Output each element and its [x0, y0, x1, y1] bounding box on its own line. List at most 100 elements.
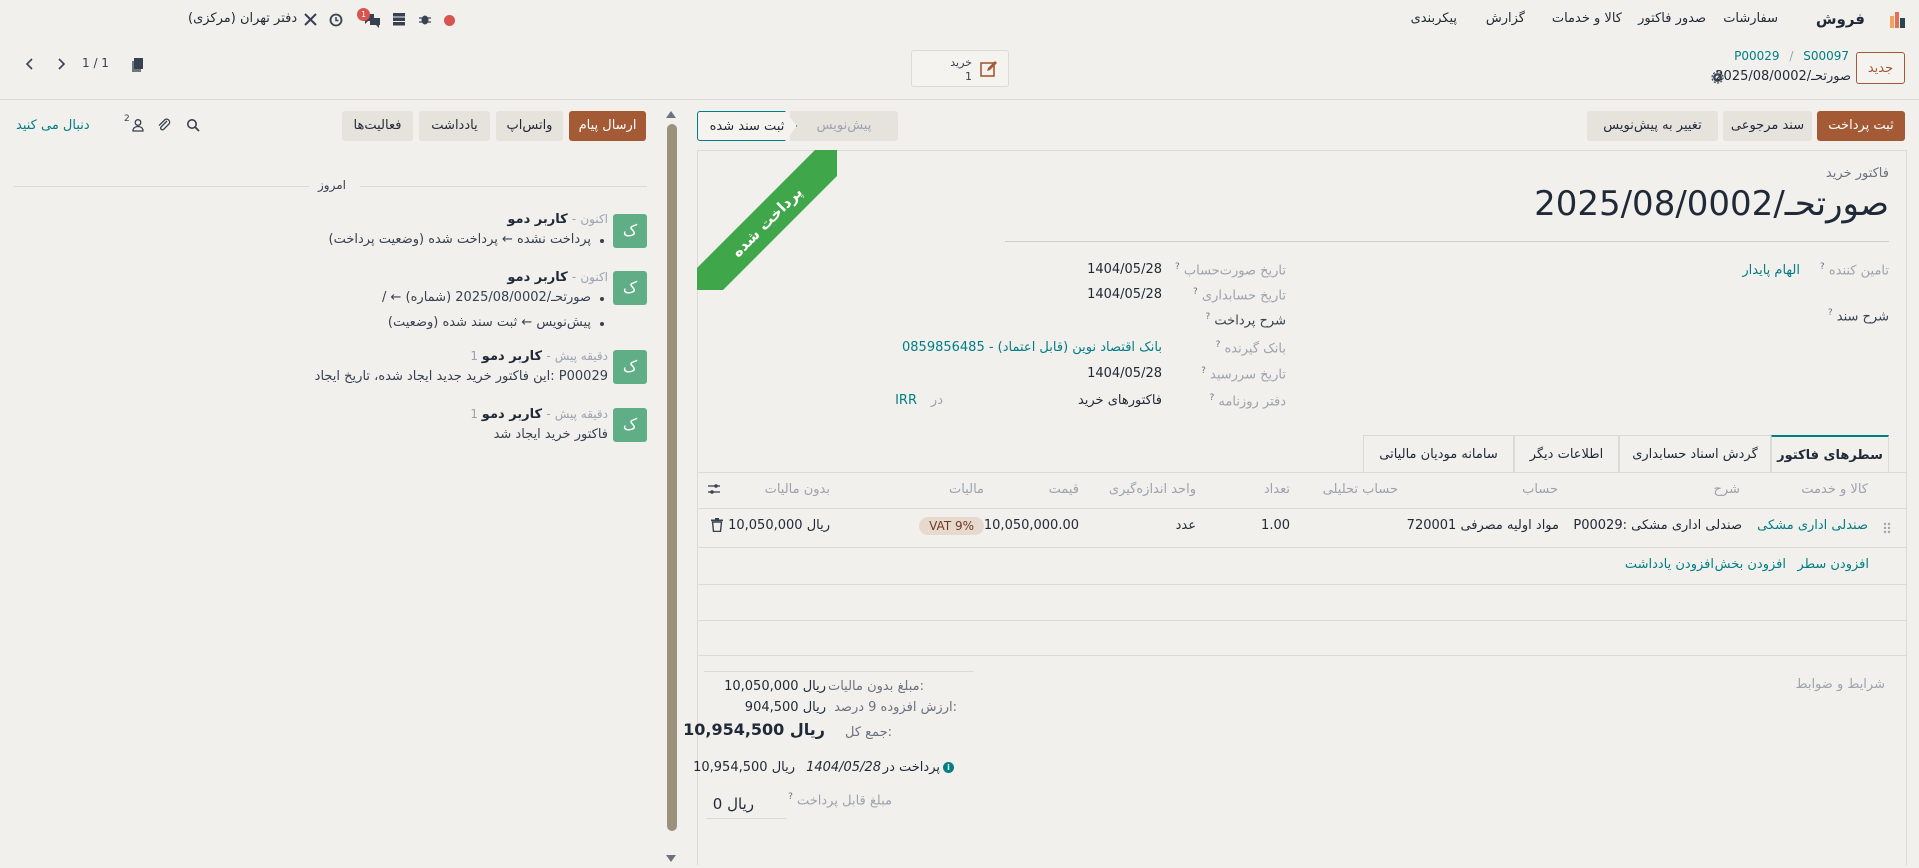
- currency-field[interactable]: IRR: [895, 393, 917, 408]
- amount-due-underline: [706, 818, 786, 819]
- tools-icon[interactable]: [303, 12, 318, 27]
- tabs-underline: [697, 472, 1907, 473]
- message-author[interactable]: کاربر دمو: [482, 407, 542, 422]
- bug-icon[interactable]: [418, 12, 432, 26]
- col-quantity[interactable]: تعداد: [1264, 482, 1290, 497]
- breadcrumb-grandparent[interactable]: S00097: [1803, 49, 1849, 63]
- ref-label: ? شرح سند: [1827, 308, 1889, 325]
- message-author[interactable]: کاربر دمو: [482, 349, 542, 364]
- chevron-left-icon[interactable]: [24, 57, 36, 71]
- col-analytic[interactable]: حساب تحلیلی: [1323, 482, 1398, 497]
- credit-note-button[interactable]: سند مرجوعی: [1723, 111, 1812, 141]
- tab-other-info[interactable]: اطلاعات دیگر: [1514, 435, 1619, 473]
- app-logo-icon[interactable]: [1888, 10, 1908, 30]
- tab-journal-items[interactable]: گردش اسناد حسابداری: [1619, 435, 1771, 473]
- invoice-date-field[interactable]: 1404/05/28: [1087, 262, 1162, 277]
- journal-label: ? دفتر روزنامه: [1209, 393, 1287, 410]
- paid-amount: 10,954,500 ریال: [693, 760, 795, 775]
- row-label[interactable]: P00029: صندلی اداری مشکی: [1573, 518, 1742, 533]
- add-section-link[interactable]: افزودن بخش: [1715, 557, 1786, 572]
- paperclip-icon[interactable]: [157, 118, 171, 132]
- search-icon[interactable]: [186, 118, 200, 132]
- status-dot-icon[interactable]: [444, 15, 455, 26]
- message-author[interactable]: کاربر دمو: [507, 270, 567, 285]
- breadcrumb-sep: /: [1789, 49, 1794, 63]
- scroll-up-arrow-icon[interactable]: [665, 108, 677, 118]
- purchase-count: 1: [965, 70, 972, 83]
- message-author[interactable]: کاربر دمو: [507, 212, 567, 227]
- today-separator: امروز: [318, 178, 346, 192]
- whatsapp-button[interactable]: واتس‌اپ: [496, 111, 563, 141]
- due-date-field[interactable]: 1404/05/28: [1087, 366, 1162, 381]
- col-product[interactable]: کالا و خدمت: [1801, 482, 1868, 497]
- menu-reporting[interactable]: گزارش: [1486, 11, 1525, 26]
- chatter-scrollbar[interactable]: [667, 124, 677, 831]
- clock-icon[interactable]: [329, 13, 343, 27]
- breadcrumb-parent[interactable]: P00029: [1734, 49, 1779, 63]
- register-payment-button[interactable]: ثبت پرداخت: [1817, 111, 1905, 141]
- info-icon[interactable]: i: [943, 762, 954, 773]
- row-underline-2: [697, 584, 1907, 585]
- send-message-button[interactable]: ارسال پیام: [569, 111, 646, 141]
- row-price[interactable]: 10,050,000.00: [984, 518, 1079, 533]
- server-icon[interactable]: [392, 12, 406, 26]
- tax-badge[interactable]: VAT 9%: [919, 517, 984, 535]
- col-account[interactable]: حساب: [1522, 482, 1558, 497]
- doc-type-label: فاکتور خرید: [1825, 166, 1889, 181]
- header-underline: [697, 508, 1907, 509]
- log-note-button[interactable]: یادداشت: [419, 111, 490, 141]
- col-uom[interactable]: واحد اندازه‌گیری: [1109, 482, 1196, 497]
- tab-tax-system[interactable]: سامانه مودیان مالیاتی: [1363, 435, 1514, 473]
- bookmark-icon[interactable]: [132, 57, 145, 73]
- top-navbar: فروش سفارشات صدور فاکتور کالا و خدمات گز…: [0, 0, 1919, 40]
- purchase-smart-button[interactable]: خرید 1: [911, 50, 1009, 87]
- following-button[interactable]: دنبال می کنید: [16, 118, 90, 133]
- bank-field[interactable]: 0859856485 - بانک اقتصاد نوین (قابل اعتم…: [902, 340, 1162, 355]
- journal-field[interactable]: فاکتورهای خرید: [1078, 393, 1162, 408]
- col-taxes[interactable]: مالیات: [949, 482, 984, 497]
- menu-invoicing[interactable]: صدور فاکتور: [1638, 11, 1706, 26]
- bullet-icon: [600, 297, 604, 301]
- today-divider-right: [360, 186, 647, 187]
- avatar[interactable]: ک: [613, 214, 647, 248]
- pager-value[interactable]: 1 / 1: [82, 56, 109, 70]
- add-line-link[interactable]: افزودن سطر: [1798, 557, 1869, 572]
- col-subtotal[interactable]: بدون مالیات: [765, 482, 830, 497]
- row-uom[interactable]: عدد: [1176, 518, 1196, 533]
- company-switcher[interactable]: دفتر تهران (مرکزی): [188, 11, 297, 26]
- tab-invoice-lines[interactable]: سطرهای فاکتور: [1771, 435, 1889, 473]
- col-label[interactable]: شرح: [1714, 482, 1740, 497]
- gear-icon[interactable]: [1711, 71, 1724, 84]
- row-product[interactable]: صندلی اداری مشکی: [1757, 518, 1868, 533]
- paid-ribbon: پرداخت شده: [697, 150, 837, 290]
- new-button[interactable]: جدید: [1856, 52, 1905, 84]
- menu-configuration[interactable]: پیکربندی: [1411, 11, 1457, 26]
- row-quantity[interactable]: 1.00: [1261, 518, 1290, 533]
- col-price[interactable]: قیمت: [1049, 482, 1079, 497]
- status-draft[interactable]: پیش‌نویس: [790, 111, 898, 141]
- scroll-down-arrow-icon[interactable]: [665, 853, 677, 863]
- drag-handle-icon[interactable]: [1883, 521, 1891, 535]
- trash-icon[interactable]: [711, 518, 723, 533]
- accounting-date-field[interactable]: 1404/05/28: [1087, 287, 1162, 302]
- menu-products[interactable]: کالا و خدمات: [1552, 11, 1622, 26]
- avatar[interactable]: ک: [613, 408, 647, 442]
- menu-orders[interactable]: سفارشات: [1723, 11, 1778, 26]
- paid-ribbon-container: پرداخت شده: [697, 150, 837, 290]
- total-label: جمع کل:: [844, 725, 892, 740]
- followers-icon[interactable]: [131, 118, 145, 132]
- activities-button[interactable]: فعالیت‌ها: [342, 111, 413, 141]
- paid-label: پرداخت در: [882, 760, 940, 775]
- vendor-field[interactable]: الهام پایدار: [1742, 263, 1800, 278]
- status-posted[interactable]: ثبت سند شده: [697, 111, 797, 141]
- record-name: صورتحـ/2025/08/0002: [1715, 69, 1851, 84]
- app-name[interactable]: فروش: [1816, 10, 1865, 28]
- reset-draft-button[interactable]: تغییر به پیش‌نویس: [1587, 111, 1718, 141]
- terms-placeholder[interactable]: شرایط و ضوابط: [1795, 677, 1885, 692]
- add-note-link[interactable]: افزودن یادداشت: [1625, 557, 1714, 572]
- optional-columns-icon[interactable]: [707, 482, 721, 496]
- row-account[interactable]: 720001 مواد اولیه مصرفی: [1407, 518, 1559, 533]
- avatar[interactable]: ک: [613, 271, 647, 305]
- avatar[interactable]: ک: [613, 350, 647, 384]
- chevron-right-icon[interactable]: [55, 57, 67, 71]
